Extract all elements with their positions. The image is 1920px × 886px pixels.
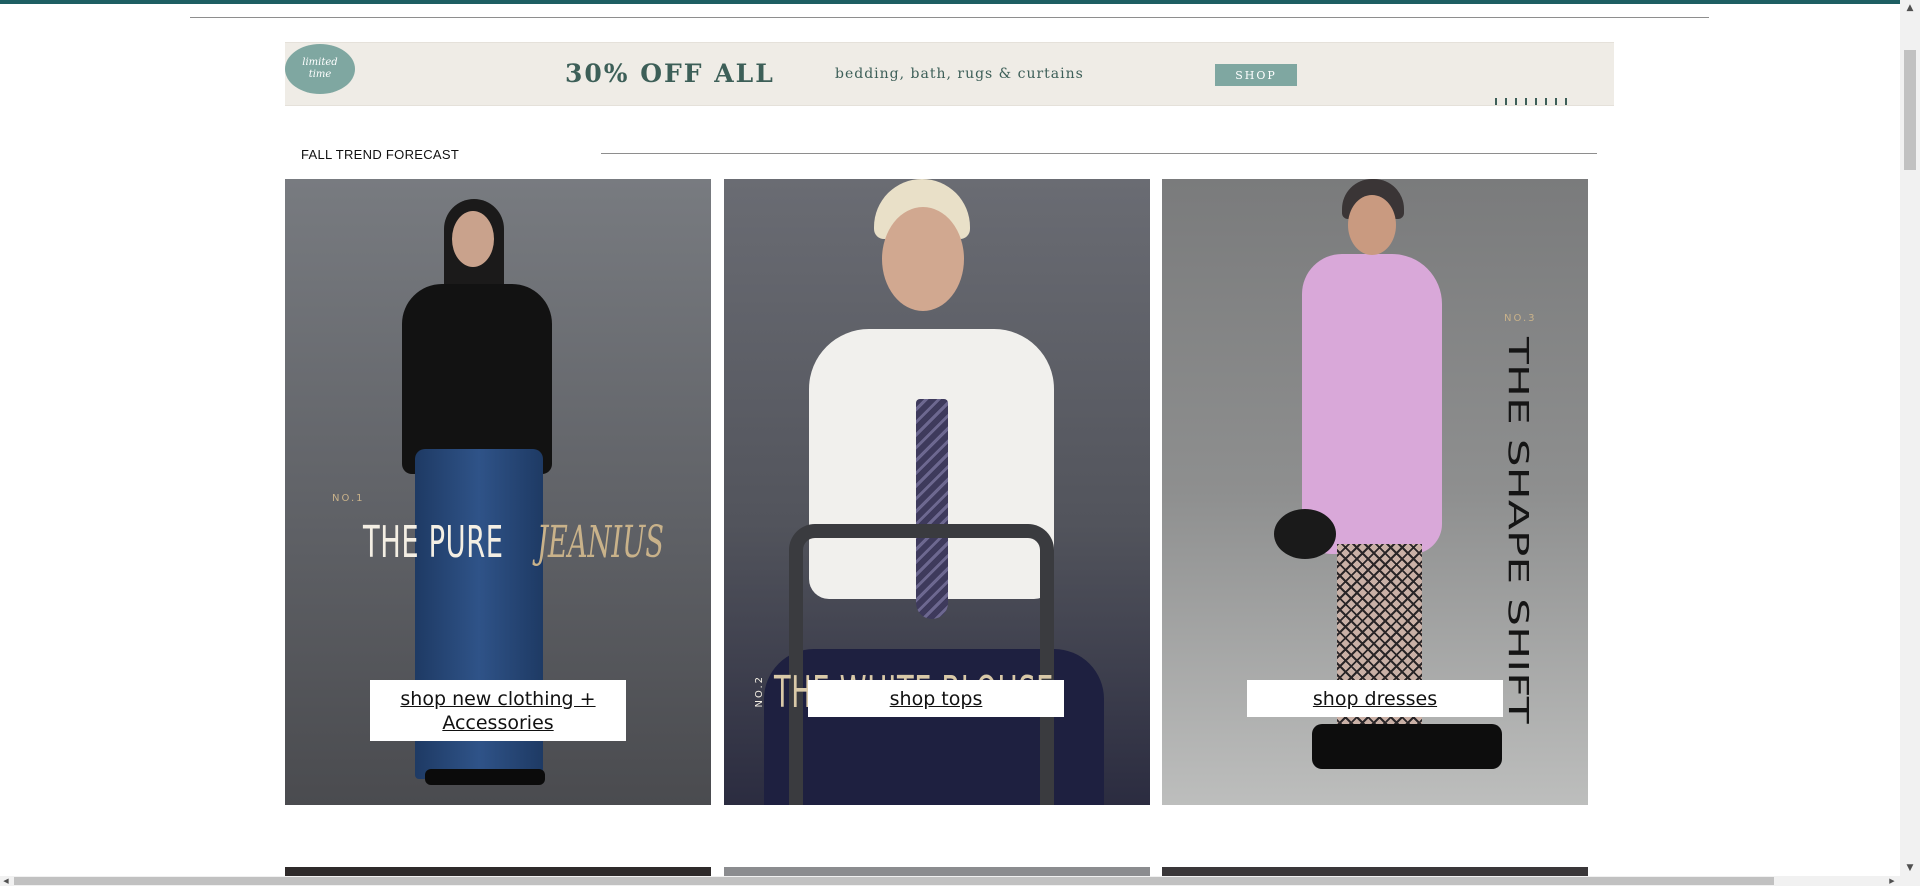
shop-tops-button[interactable]: shop tops — [808, 680, 1064, 717]
vertical-scrollbar[interactable]: ▲ ▼ — [1900, 0, 1920, 876]
trend-number: NO.3 — [1504, 313, 1537, 324]
promo-banner[interactable]: limited time 30% OFF ALL bedding, bath, … — [285, 42, 1614, 106]
badge-line-2: time — [308, 69, 332, 80]
trend-card-1[interactable]: NO.1 THE PURE JEANIUS shop new clothing … — [285, 179, 711, 805]
model-bag — [1274, 509, 1336, 559]
trend-accent-title: JEANIUS — [537, 517, 664, 568]
trend-card-3[interactable]: NO.3 THE SHAPE SHIFT shop dresses — [1162, 179, 1588, 805]
top-accent-bar — [0, 0, 1920, 4]
badge-line-1: limited — [302, 57, 338, 68]
decorative-ticks — [1495, 98, 1570, 105]
model-head — [882, 207, 964, 311]
scroll-left-icon[interactable]: ◀ — [0, 876, 12, 886]
horizontal-scrollbar[interactable]: ◀ ▶ — [0, 876, 1920, 886]
trend-title: THE PURE — [363, 517, 504, 568]
model-jacket — [402, 284, 552, 474]
promo-headline: 30% OFF ALL — [565, 59, 775, 88]
trend-title: THE SHAPE SHIFT — [1502, 337, 1534, 724]
model-head — [1348, 195, 1396, 255]
header-divider — [190, 17, 1709, 18]
vertical-scroll-thumb[interactable] — [1904, 50, 1916, 170]
model-shoes — [425, 769, 545, 785]
trend-number: NO.2 — [754, 675, 765, 708]
chair-image — [789, 524, 1054, 805]
scroll-up-icon[interactable]: ▲ — [1900, 0, 1920, 16]
trend-card-2[interactable]: NO.2 THE WHITE BLOUSE shop tops — [724, 179, 1150, 805]
limited-time-badge: limited time — [285, 44, 355, 94]
scroll-down-icon[interactable]: ▼ — [1900, 860, 1920, 876]
model-head — [452, 211, 494, 267]
section-divider — [601, 153, 1597, 154]
trend-number: NO.1 — [332, 493, 365, 504]
scroll-right-icon[interactable]: ▶ — [1886, 876, 1898, 886]
shop-dresses-button[interactable]: shop dresses — [1247, 680, 1503, 717]
promo-subtext: bedding, bath, rugs & curtains — [835, 66, 1084, 82]
model-shoes — [1312, 724, 1502, 769]
shop-clothing-accessories-button[interactable]: shop new clothing + Accessories — [370, 680, 626, 741]
horizontal-scroll-thumb[interactable] — [14, 877, 1774, 885]
section-title: FALL TREND FORECAST — [301, 147, 460, 162]
promo-shop-button[interactable]: SHOP — [1215, 64, 1297, 86]
model-dress — [1302, 254, 1442, 554]
